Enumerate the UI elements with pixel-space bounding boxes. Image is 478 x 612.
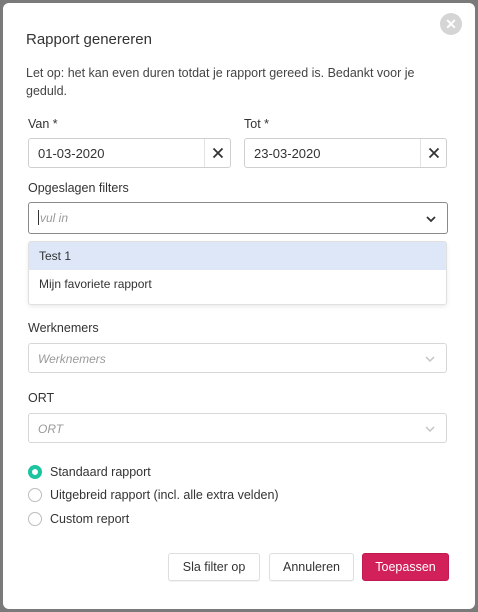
apply-button[interactable]: Toepassen [362,553,449,581]
employees-select[interactable]: Werknemers [28,343,447,373]
employees-label: Werknemers [28,321,99,335]
ort-placeholder: ORT [38,422,64,436]
chevron-down-icon [426,216,436,223]
report-dialog: ✕ Rapport genereren Let op: het kan even… [3,3,475,609]
chevron-down-icon [425,426,435,433]
close-button[interactable]: ✕ [440,13,462,35]
radio-button[interactable] [28,488,42,502]
radio-extended-report[interactable]: Uitgebreid rapport (incl. alle extra vel… [28,488,279,502]
dialog-title: Rapport genereren [26,31,152,48]
employees-placeholder: Werknemers [38,352,106,366]
from-date-value: 01-03-2020 [38,146,105,161]
dropdown-option[interactable]: Test 1 [29,242,446,270]
from-date-label: Van * [28,117,58,131]
dialog-notice: Let op: het kan even duren totdat je rap… [26,66,415,98]
radio-standard-report[interactable]: Standaard rapport [28,465,151,479]
to-date-clear-button[interactable] [420,139,446,167]
radio-label: Standaard rapport [50,465,151,479]
clear-icon [212,147,223,159]
radio-button[interactable] [28,465,42,479]
ort-select[interactable]: ORT [28,413,447,443]
clear-icon [428,147,439,159]
radio-button[interactable] [28,512,42,526]
radio-label: Custom report [50,512,130,526]
cancel-button[interactable]: Annuleren [269,553,354,581]
text-caret [38,210,39,225]
ort-label: ORT [28,391,55,405]
saved-filters-label: Opgeslagen filters [28,181,129,195]
radio-label: Uitgebreid rapport (incl. alle extra vel… [50,488,279,502]
saved-filters-select[interactable]: vul in [28,202,448,234]
close-icon: ✕ [445,15,457,32]
from-date-field[interactable]: 01-03-2020 [28,138,231,168]
to-date-label: Tot * [244,117,270,131]
to-date-value: 23-03-2020 [254,146,321,161]
radio-custom-report[interactable]: Custom report [28,512,129,526]
dropdown-option[interactable]: Mijn favoriete rapport [29,270,446,298]
save-filter-button[interactable]: Sla filter op [168,553,260,581]
to-date-field[interactable]: 23-03-2020 [244,138,447,168]
saved-filters-placeholder: vul in [40,211,69,225]
from-date-clear-button[interactable] [204,139,230,167]
saved-filters-dropdown: Test 1 Mijn favoriete rapport [28,241,447,305]
chevron-down-icon [425,356,435,363]
